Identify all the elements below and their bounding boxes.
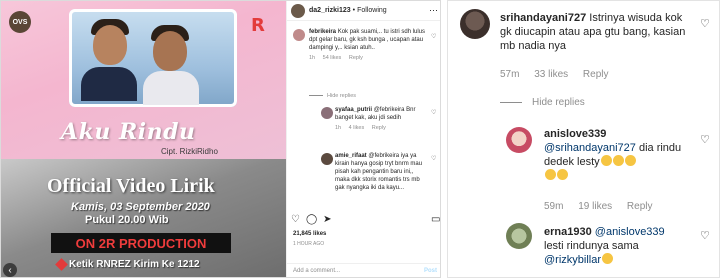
comment-likes[interactable]: 33 likes — [534, 69, 568, 80]
comment-username[interactable]: amie_rifaat — [335, 153, 367, 159]
comment-time: 57m — [500, 69, 520, 80]
heart-icon[interactable]: ♡ — [431, 109, 436, 116]
smiley-emoji-icon — [557, 169, 568, 180]
release-date: Kamis, 03 September 2020 — [71, 201, 210, 213]
post-actions: ♡ ◯ ➤ ▭ — [291, 214, 440, 225]
reply-button[interactable]: Reply — [583, 69, 609, 80]
chevron-left-icon[interactable]: ‹ — [3, 263, 17, 277]
person-shirt — [143, 71, 199, 105]
comment: srihandayani727 Istrinya wisuda kok gk d… — [500, 11, 696, 53]
heart-icon[interactable]: ♡ — [700, 133, 710, 146]
hide-replies-label: Hide replies — [327, 93, 357, 99]
heart-icon[interactable]: ♡ — [700, 229, 710, 242]
hide-replies-label: Hide replies — [532, 97, 585, 108]
avatar[interactable] — [321, 153, 333, 165]
comment-mention[interactable]: @anislove339 — [595, 226, 665, 238]
post-sidebar: da2_rizki123 • Following ⋯ febrikeira Ko… — [286, 1, 440, 277]
reply-button[interactable]: Reply — [349, 55, 363, 61]
video-headline: Official Video Lirik — [47, 175, 215, 197]
avatar[interactable] — [506, 223, 532, 249]
person-shirt — [81, 67, 137, 101]
bookmark-icon[interactable]: ▭ — [431, 214, 440, 225]
comment-meta: 59m 19 likes Reply — [544, 201, 665, 212]
post-image[interactable]: OVS R Aku Rindu Cipt. RizkiRidho Officia… — [1, 1, 286, 277]
comment-username[interactable]: erna1930 — [544, 226, 592, 238]
avatar[interactable] — [506, 127, 532, 153]
comment-likes[interactable]: 4 likes — [349, 125, 365, 131]
person-face — [93, 25, 127, 65]
divider-line — [309, 95, 323, 97]
comment-time: 1h — [335, 125, 342, 131]
like-icon[interactable]: ♡ — [291, 214, 300, 225]
divider-line — [500, 102, 522, 103]
post-header: da2_rizki123 • Following ⋯ — [287, 1, 440, 21]
comment: amie_rifaat @febrikeira iya ya kirain ha… — [335, 152, 427, 192]
heart-icon[interactable]: ♡ — [431, 33, 436, 40]
comment-time: 1h — [309, 55, 316, 61]
comment-username[interactable]: syafaa_putrii — [335, 107, 372, 113]
smiley-emoji-icon — [545, 169, 556, 180]
avatar[interactable] — [291, 3, 305, 18]
comment-time: 59m — [544, 201, 564, 212]
smiley-emoji-icon — [600, 155, 612, 166]
comment-meta: 57m 33 likes Reply — [500, 69, 621, 80]
comments-panel: srihandayani727 Istrinya wisuda kok gk d… — [447, 0, 720, 278]
song-title: Aku Rindu — [61, 119, 196, 145]
hide-replies-button[interactable]: Hide replies — [500, 97, 585, 108]
avatar[interactable] — [460, 9, 490, 39]
comment-mention[interactable]: @srihandayani727 — [544, 142, 636, 154]
comment-likes[interactable]: 54 likes — [323, 55, 342, 61]
share-icon[interactable]: ➤ — [323, 214, 331, 225]
heart-icon[interactable]: ♡ — [431, 155, 436, 162]
comment-meta: 1h 54 likes Reply — [309, 54, 427, 62]
comment: erna1930 @anislove339 lesti rindunya sam… — [544, 225, 696, 267]
ellipsis-icon[interactable]: ⋯ — [429, 5, 438, 16]
song-credit: Cipt. RizkiRidho — [161, 147, 218, 156]
ovs-logo: OVS — [9, 11, 31, 33]
comment-username[interactable]: febrikeira — [309, 29, 336, 35]
release-time: Pukul 20.00 Wib — [85, 214, 169, 226]
avatar[interactable] — [293, 29, 305, 41]
comment-meta: 1h 4 likes Reply — [335, 124, 427, 132]
add-comment-field[interactable]: Add a comment... Post — [287, 263, 440, 277]
sms-instruction: Ketik RNREZ Kirim Ke 1212 — [69, 259, 200, 270]
production-banner: ON 2R PRODUCTION — [51, 233, 231, 253]
hide-replies-button[interactable]: Hide replies — [309, 93, 356, 99]
comment: anislove339 @srihandayani727 dia rindu d… — [544, 127, 696, 183]
post-button[interactable]: Post — [424, 268, 437, 274]
add-comment-placeholder: Add a comment... — [293, 268, 341, 274]
comment-username[interactable]: anislove339 — [544, 128, 606, 140]
following-button[interactable]: Following — [357, 7, 387, 14]
smiley-emoji-icon — [624, 155, 636, 166]
avatar[interactable] — [321, 107, 333, 119]
separator-dot: • — [352, 7, 356, 14]
person-face — [153, 31, 187, 71]
comment-username[interactable]: srihandayani727 — [500, 12, 586, 24]
reply-button[interactable]: Reply — [627, 201, 653, 212]
likes-count[interactable]: 21,845 likes — [293, 231, 326, 237]
comment-icon[interactable]: ◯ — [306, 214, 317, 225]
smiley-emoji-icon — [612, 155, 624, 166]
heart-icon[interactable]: ♡ — [700, 17, 710, 30]
smiley-emoji-icon — [602, 253, 614, 264]
comment: febrikeira Kok pak suami,.. tu istri sdh… — [309, 28, 427, 62]
comment-mention[interactable]: @rizkybillar — [544, 254, 601, 266]
post-author[interactable]: da2_rizki123 — [309, 7, 351, 14]
instagram-post: OVS R Aku Rindu Cipt. RizkiRidho Officia… — [0, 0, 441, 278]
r-logo: R — [251, 15, 265, 36]
comment-text: lesti rindunya sama — [544, 240, 639, 252]
comment-likes[interactable]: 19 likes — [578, 201, 612, 212]
comment: syafaa_putrii @febrikeira Bnr banget kak… — [335, 106, 427, 132]
reply-button[interactable]: Reply — [372, 125, 386, 131]
post-timestamp: 1 HOUR AGO — [293, 241, 325, 247]
